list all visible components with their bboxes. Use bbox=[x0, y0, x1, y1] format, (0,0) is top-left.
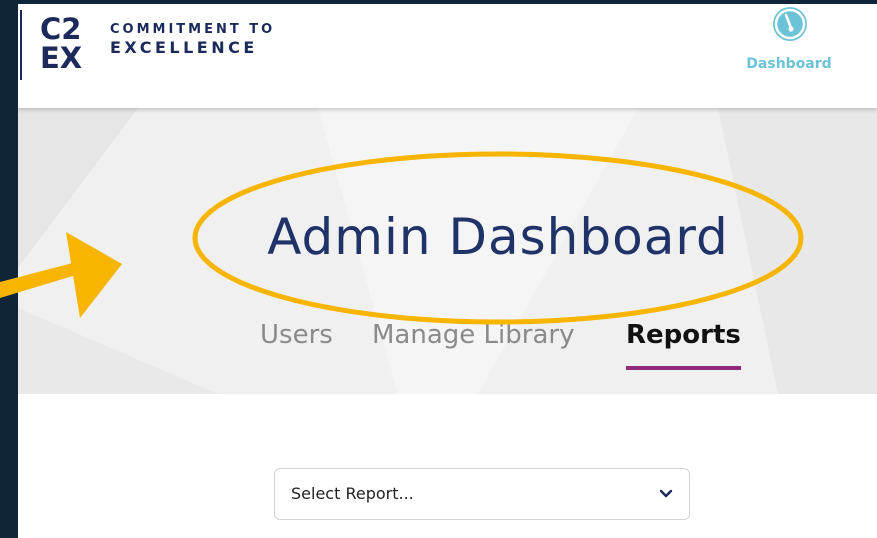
tab-reports[interactable]: Reports bbox=[626, 320, 741, 350]
header-divider bbox=[20, 10, 22, 80]
active-tab-indicator bbox=[626, 366, 741, 370]
dashboard-label: Dashboard bbox=[746, 56, 832, 72]
logo-line-2: EXCELLENCE bbox=[110, 38, 258, 57]
dashboard-nav-link[interactable]: Dashboard bbox=[734, 4, 844, 84]
tab-manage-library[interactable]: Manage Library bbox=[372, 320, 574, 350]
logo-line-1: COMMITMENT TO bbox=[110, 22, 276, 37]
chevron-down-icon bbox=[659, 489, 673, 498]
app-header: C2 EX COMMITMENT TO EXCELLENCE Dashboard bbox=[18, 4, 877, 108]
app-page: C2 EX COMMITMENT TO EXCELLENCE Dashboard bbox=[18, 4, 877, 538]
logo-mark-bottom: EX bbox=[40, 41, 82, 70]
report-select-value: Select Report... bbox=[291, 484, 414, 503]
screen-frame: C2 EX COMMITMENT TO EXCELLENCE Dashboard bbox=[0, 0, 877, 538]
tab-users[interactable]: Users bbox=[260, 320, 333, 350]
c2ex-logo-icon[interactable]: C2 EX bbox=[40, 12, 94, 70]
report-select[interactable]: Select Report... bbox=[274, 468, 690, 520]
gauge-icon bbox=[773, 7, 807, 41]
hero-banner: Admin Dashboard Users Manage Library Rep… bbox=[18, 108, 877, 394]
page-title: Admin Dashboard bbox=[267, 208, 729, 266]
logo-wordmark[interactable]: COMMITMENT TO EXCELLENCE bbox=[110, 23, 275, 56]
